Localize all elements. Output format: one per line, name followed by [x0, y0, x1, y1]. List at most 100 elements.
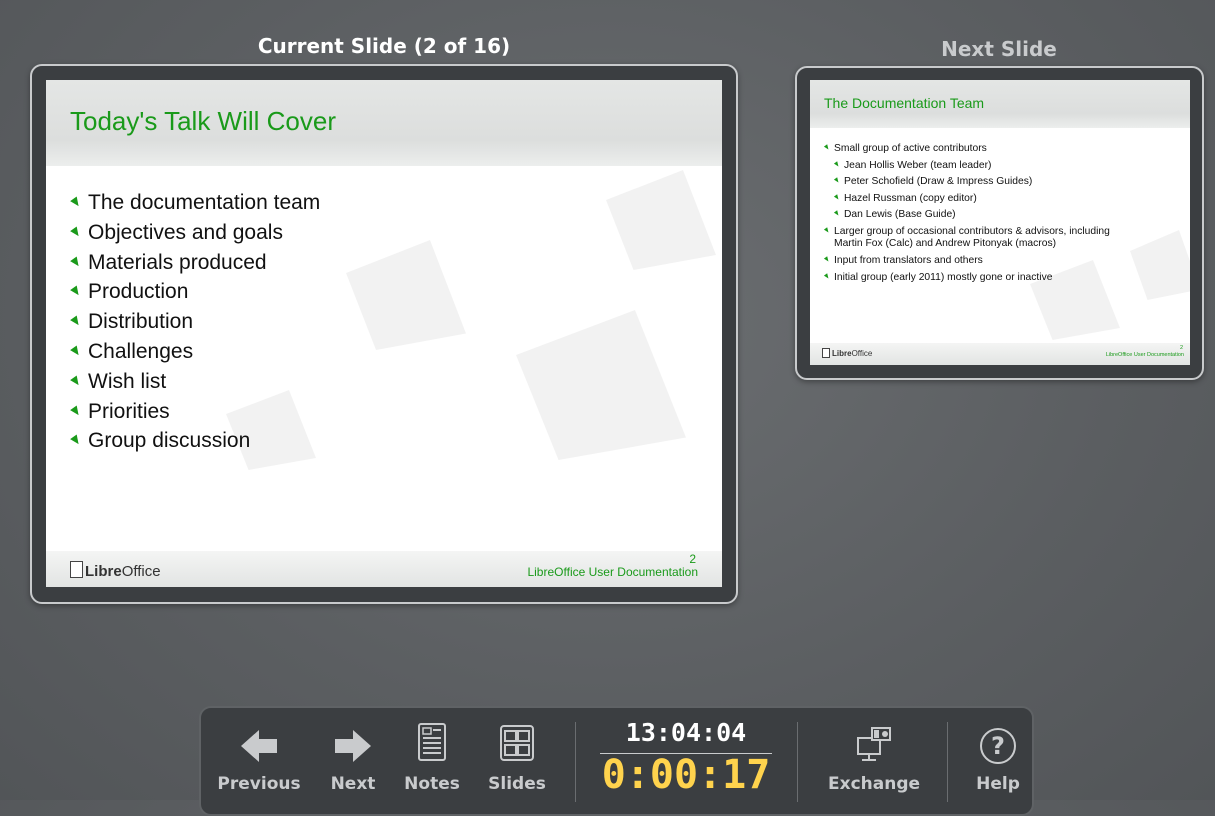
bullet-text: Group discussion [88, 429, 251, 453]
next-button[interactable]: Next [319, 708, 387, 802]
bullet-triangle-icon [833, 160, 841, 168]
current-slide-title: Current Slide (2 of 16) [257, 34, 511, 58]
slide-heading: Today's Talk Will Cover [70, 106, 337, 136]
bullet-triangle-icon [70, 405, 82, 418]
bullet-text: Initial group (early 2011) mostly gone o… [834, 271, 1053, 283]
slides-grid-icon [500, 725, 534, 761]
slide-background-decoration [606, 170, 716, 270]
bullet-text-continued: Martin Fox (Calc) and Andrew Pitonyak (m… [834, 238, 1057, 250]
elapsed-timer[interactable]: 0:00:17 [588, 752, 784, 798]
bullet-item: Distribution [70, 307, 320, 337]
bullet-triangle-icon [70, 285, 82, 298]
bullet-item: Dan Lewis (Base Guide) [833, 207, 1110, 224]
bullet-triangle-icon [823, 144, 831, 151]
slide-footer: LibreOffice 2 LibreOffice User Documenta… [46, 551, 722, 587]
bullet-text: Peter Schofield (Draw & Impress Guides) [844, 176, 1033, 188]
bullet-item: Hazel Russman (copy editor) [833, 191, 1110, 208]
bullet-item: Peter Schofield (Draw & Impress Guides) [833, 174, 1110, 191]
next-slide-title: Next Slide [941, 37, 1057, 61]
clock-display: 13:04:04 [625, 718, 747, 747]
next-slide-preview[interactable]: The Documentation Team Small group of ac… [810, 80, 1190, 365]
previous-button[interactable]: Previous [211, 708, 307, 802]
toolbar-separator [947, 722, 948, 802]
bullet-triangle-icon [833, 177, 841, 184]
bullet-item: Jean Hollis Weber (team leader) [833, 158, 1110, 175]
slide-bullet-list: The documentation team Objectives and go… [70, 188, 320, 456]
bullet-text: Small group of active contributors [834, 143, 987, 154]
slide-number: 2 [1179, 345, 1183, 351]
toolbar-separator [797, 722, 798, 802]
bullet-text: Larger group of occasional contributors … [834, 225, 1110, 237]
bullet-triangle-icon [70, 375, 82, 388]
bullet-text: Distribution [88, 310, 194, 334]
bullet-text: Jean Hollis Weber (team leader) [844, 159, 992, 171]
toolbar-separator [575, 722, 576, 802]
next-label: Next [330, 774, 376, 794]
bullet-text: Priorities [88, 399, 170, 423]
bullet-item: The documentation team [70, 188, 320, 218]
slide-bullet-list: Small group of active contributors Jean … [823, 141, 1110, 287]
help-icon: ? [980, 728, 1016, 764]
logo-text-light: Office [851, 349, 873, 358]
document-icon [822, 348, 830, 358]
document-icon [70, 561, 83, 578]
bullet-triangle-icon [833, 194, 841, 201]
exchange-button[interactable]: Exchange [813, 708, 935, 802]
slides-button[interactable]: Slides [479, 708, 555, 802]
help-label: Help [976, 774, 1020, 794]
current-slide-frame[interactable]: Today's Talk Will Cover The documentatio… [30, 64, 738, 604]
libreoffice-logo: LibreOffice [822, 348, 872, 358]
bullet-triangle-icon [70, 345, 82, 358]
help-button[interactable]: ? Help [959, 708, 1037, 802]
bullet-text: The documentation team [88, 191, 321, 214]
bullet-triangle-icon [70, 434, 82, 447]
bullet-triangle-icon [823, 272, 831, 280]
bullet-text: Wish list [88, 369, 167, 393]
current-slide-preview[interactable]: Today's Talk Will Cover The documentatio… [46, 80, 722, 587]
bullet-triangle-icon [823, 256, 831, 263]
notes-button[interactable]: Notes [397, 708, 467, 802]
bullet-text: Materials produced [88, 250, 267, 274]
slide-footer: LibreOffice 2 LibreOffice User Documenta… [810, 343, 1190, 365]
next-slide-frame[interactable]: The Documentation Team Small group of ac… [795, 66, 1204, 380]
slide-background-decoration [1130, 230, 1190, 300]
footer-doc-title: LibreOffice User Documentation [527, 565, 698, 579]
previous-label: Previous [217, 774, 301, 794]
bullet-text: Dan Lewis (Base Guide) [844, 209, 956, 221]
bullet-text: Objectives and goals [88, 220, 283, 244]
bullet-triangle-icon [70, 226, 82, 239]
bullet-triangle-icon [70, 196, 82, 209]
notes-label: Notes [404, 774, 460, 794]
svg-text:?: ? [991, 732, 1005, 760]
bullet-item: Larger group of occasional contributors … [823, 224, 1110, 253]
bullet-item: Materials produced [70, 248, 320, 278]
bullet-text: Hazel Russman (copy editor) [844, 192, 977, 204]
bullet-text: Production [88, 280, 189, 304]
slide-number: 2 [689, 552, 696, 566]
bullet-triangle-icon [70, 256, 82, 269]
bullet-item: Objectives and goals [70, 218, 320, 248]
bullet-item: Priorities [70, 397, 320, 427]
bullet-text: Input from translators and others [834, 254, 983, 266]
bullet-item: Production [70, 277, 320, 307]
bullet-triangle-icon [833, 210, 841, 218]
bullet-item: Wish list [70, 367, 320, 397]
slide-heading: The Documentation Team [824, 95, 985, 111]
arrow-right-icon [335, 730, 371, 762]
bullet-text: Challenges [88, 339, 194, 363]
bullet-item: Challenges [70, 337, 320, 367]
bullet-triangle-icon [70, 315, 82, 328]
logo-text-light: Office [121, 563, 161, 580]
bullet-item: Input from translators and others [823, 253, 1110, 270]
slides-label: Slides [488, 774, 546, 794]
logo-text-bold: Libre [85, 563, 122, 580]
bullet-item: Small group of active contributors [823, 141, 1110, 158]
arrow-left-icon [241, 730, 277, 762]
bullet-triangle-icon [823, 227, 831, 234]
logo-text-bold: Libre [832, 349, 852, 358]
exchange-monitor-icon [857, 727, 891, 761]
footer-doc-title: LibreOffice User Documentation [1105, 352, 1184, 358]
slide-background-decoration [516, 310, 686, 460]
bullet-item: Initial group (early 2011) mostly gone o… [823, 270, 1110, 287]
libreoffice-logo: LibreOffice [70, 561, 161, 580]
